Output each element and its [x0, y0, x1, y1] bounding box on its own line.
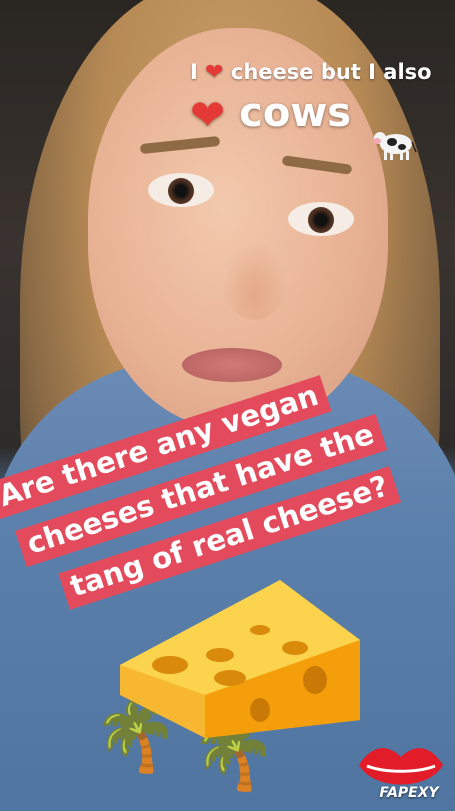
text-sticker-top: I ❤ cheese but I also — [190, 60, 432, 85]
cheese-wedge-icon — [120, 580, 360, 738]
text-sticker-prefix: I — [190, 60, 198, 84]
heart-icon: ❤ — [205, 60, 224, 85]
cow-icon — [373, 132, 417, 160]
instagram-story: 🌴 🌴 I ❤ cheese but I also ❤ cows Are the… — [0, 0, 455, 811]
eye — [148, 173, 214, 207]
nose — [222, 240, 288, 320]
eye — [288, 202, 354, 236]
heart-icon: ❤ — [190, 90, 226, 140]
text-sticker-suffix: cheese but I also — [230, 60, 432, 84]
cows-word: cows — [239, 90, 352, 136]
text-sticker-cows: ❤ cows — [190, 90, 351, 140]
watermark-text: FAPEXY — [379, 785, 439, 801]
